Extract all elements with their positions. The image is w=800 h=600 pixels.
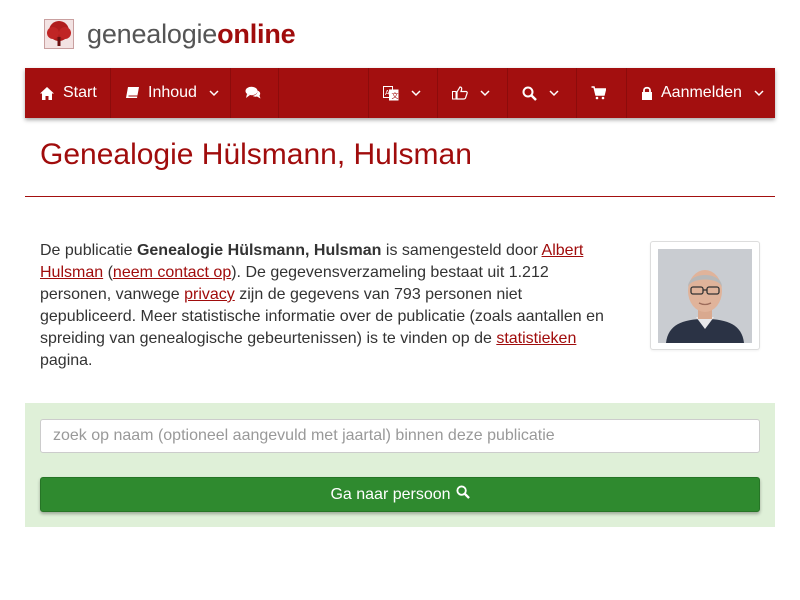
site-logo[interactable]: genealogieonline <box>44 14 296 54</box>
nav-login[interactable]: Aanmelden <box>627 68 775 118</box>
site-name: genealogieonline <box>87 18 296 50</box>
search-icon <box>451 485 470 504</box>
main-navbar: Start Inhoud A文 Aanmelden <box>25 68 775 118</box>
home-icon <box>39 86 55 101</box>
author-photo <box>658 249 752 343</box>
thumbs-up-icon <box>452 86 468 100</box>
nav-share[interactable] <box>438 68 508 118</box>
book-icon <box>125 86 140 100</box>
go-to-person-button[interactable]: Ga naar persoon <box>40 477 760 512</box>
publication-description: De publicatie Genealogie Hülsmann, Hulsm… <box>40 240 615 372</box>
site-name-part2: online <box>217 18 296 49</box>
page-title: Genealogie Hülsmann, Hulsman <box>40 138 472 171</box>
contact-link[interactable]: neem contact op <box>113 264 231 281</box>
svg-text:A: A <box>385 90 390 97</box>
site-name-part1: genealogie <box>87 18 218 49</box>
publication-name: Genealogie Hülsmann, Hulsman <box>136 242 382 259</box>
comments-icon <box>245 86 261 100</box>
nav-login-label: Aanmelden <box>661 84 742 101</box>
nav-search[interactable] <box>508 68 577 118</box>
shopping-cart-icon <box>591 86 606 100</box>
intro-text-1: De publicatie <box>40 242 137 259</box>
person-search-panel: Ga naar persoon <box>25 403 775 527</box>
language-icon: A文 <box>383 85 399 101</box>
nav-language[interactable]: A文 <box>369 68 438 118</box>
nav-forum[interactable] <box>231 68 279 118</box>
privacy-link[interactable]: privacy <box>184 286 235 303</box>
person-search-input[interactable] <box>40 419 760 453</box>
intro-text-6: pagina. <box>40 352 93 369</box>
intro-text-2: is samengesteld door <box>381 242 542 259</box>
nav-contents-label: Inhoud <box>148 84 197 101</box>
author-photo-card[interactable] <box>650 241 760 350</box>
chevron-down-icon <box>209 89 219 97</box>
nav-start-label: Start <box>63 84 97 101</box>
intro-text-3: ( <box>103 264 113 281</box>
chevron-down-icon <box>754 89 764 97</box>
nav-shop[interactable] <box>577 68 627 118</box>
chevron-down-icon <box>480 89 490 97</box>
svg-text:文: 文 <box>392 91 399 100</box>
go-to-person-label: Ga naar persoon <box>330 485 451 503</box>
nav-start[interactable]: Start <box>25 68 111 118</box>
search-icon <box>522 86 537 101</box>
nav-contents[interactable]: Inhoud <box>111 68 231 118</box>
title-divider <box>25 196 775 197</box>
tree-logo-icon <box>44 19 74 49</box>
nav-spacer <box>279 68 369 118</box>
statistics-link[interactable]: statistieken <box>496 330 576 347</box>
chevron-down-icon <box>411 89 421 97</box>
chevron-down-icon <box>549 89 559 97</box>
lock-icon <box>641 86 653 100</box>
